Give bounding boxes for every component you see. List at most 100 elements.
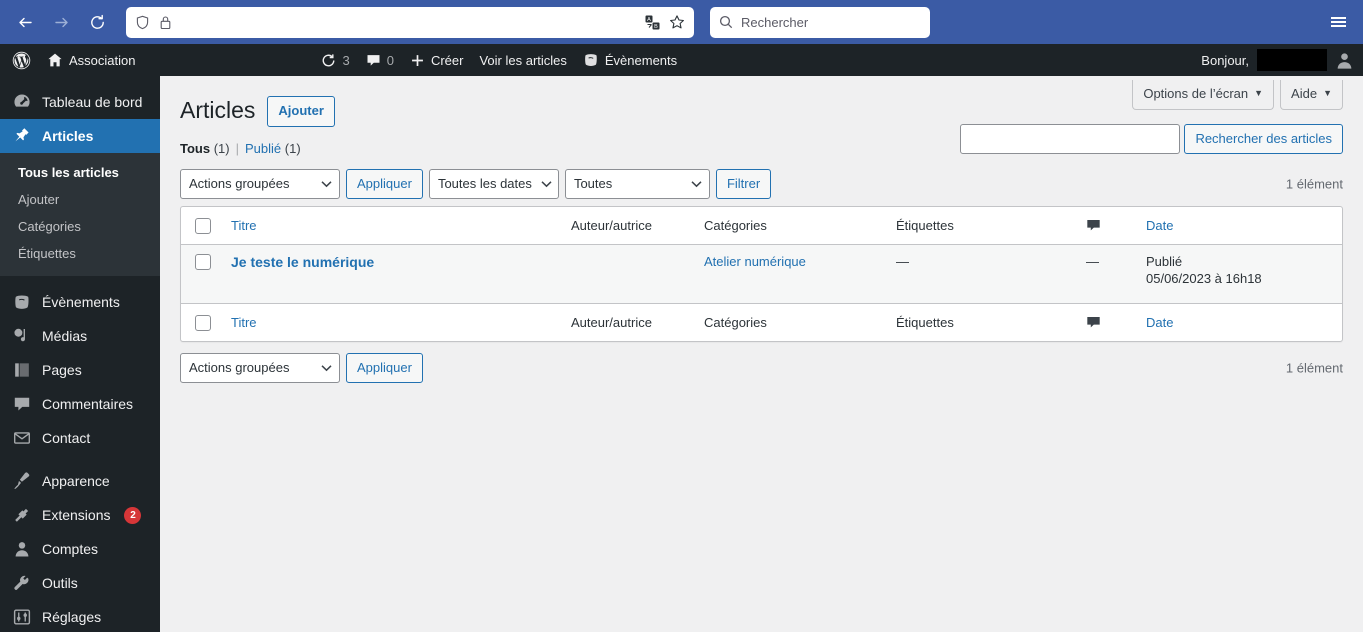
greeting-label: Bonjour,	[1201, 52, 1249, 68]
adminbar-site-name[interactable]: Association	[39, 44, 143, 76]
submenu-item-categories[interactable]: Catégories	[0, 214, 160, 241]
updates-count: 3	[342, 52, 350, 68]
row-tags-cell: —	[896, 253, 909, 269]
sidebar-item-posts[interactable]: Articles	[0, 119, 160, 153]
adminbar-new-content[interactable]: Créer	[402, 44, 472, 76]
sort-date-link-bottom[interactable]: Date	[1146, 315, 1173, 330]
row-author-cell	[561, 245, 694, 303]
star-bookmark-icon[interactable]	[669, 14, 685, 30]
forward-arrow-icon[interactable]	[46, 7, 76, 37]
sidebar-item-contact[interactable]: Contact	[0, 421, 160, 455]
bulk-actions-select-top[interactable]: Actions groupées	[180, 168, 340, 199]
submenu-item-all-posts[interactable]: Tous les articles	[0, 160, 160, 187]
view-published[interactable]: Publié (1)	[245, 141, 301, 156]
translate-icon[interactable]: AB	[645, 15, 660, 30]
table-row[interactable]: Je teste le numérique Atelier numérique …	[181, 244, 1342, 303]
category-filter-select[interactable]: Toutes	[564, 168, 710, 199]
adminbar-events[interactable]: Évènements	[575, 44, 685, 76]
column-header-comments[interactable]	[1076, 207, 1136, 245]
user-avatar-icon[interactable]	[1335, 50, 1355, 70]
sidebar-item-media[interactable]: Médias	[0, 319, 160, 353]
column-header-tags: Étiquettes	[886, 207, 1076, 245]
comment-bubble-icon	[366, 53, 381, 68]
view-all[interactable]: Tous (1)	[180, 141, 230, 156]
filter-button[interactable]: Filtrer	[715, 168, 772, 199]
plugins-update-badge: 2	[124, 506, 142, 524]
column-header-date[interactable]: Date	[1136, 207, 1342, 245]
column-footer-title[interactable]: Titre	[221, 302, 561, 341]
posts-table-head: Titre Auteur/autrice Catégories Étiquett…	[181, 207, 1342, 245]
help-label: Aide	[1291, 86, 1318, 101]
admin-layout: Tableau de bord Articles Tous les articl…	[0, 76, 1363, 632]
screen-options-button[interactable]: Options de l’écran ▼	[1132, 80, 1275, 110]
comment-bubble-icon	[1086, 218, 1101, 233]
screen-options-label: Options de l’écran	[1143, 86, 1249, 101]
sidebar-item-comments[interactable]: Commentaires	[0, 387, 160, 421]
browser-search-placeholder[interactable]: Rechercher	[741, 15, 808, 30]
bulk-actions-value-top: Actions groupées	[189, 175, 290, 191]
search-input[interactable]	[960, 124, 1181, 154]
row-title-cell[interactable]: Je teste le numérique	[221, 245, 561, 303]
column-footer-date[interactable]: Date	[1136, 302, 1342, 341]
row-checkbox[interactable]	[195, 254, 211, 271]
sidebar-item-events[interactable]: Évènements	[0, 285, 160, 319]
submenu-item-add-post[interactable]: Ajouter	[0, 187, 160, 214]
sidebar-item-pages[interactable]: Pages	[0, 353, 160, 387]
sidebar-item-users[interactable]: Comptes	[0, 532, 160, 566]
post-status-label: Publié	[1146, 253, 1183, 269]
view-published-link[interactable]: Publié	[245, 141, 281, 156]
sidebar-item-plugins[interactable]: Extensions 2	[0, 498, 160, 532]
url-bar[interactable]: AB	[126, 6, 694, 38]
select-all-checkbox-top[interactable]	[195, 217, 211, 234]
search-posts-button[interactable]: Rechercher des articles	[1184, 124, 1343, 154]
sidebar-label-tools: Outils	[42, 575, 78, 592]
padlock-icon[interactable]	[159, 15, 172, 30]
chevron-down-icon	[541, 180, 552, 188]
view-posts-label: Voir les articles	[479, 52, 567, 68]
posts-table-foot: Titre Auteur/autrice Catégories Étiquett…	[181, 302, 1342, 341]
sidebar-item-dashboard[interactable]: Tableau de bord	[0, 85, 160, 119]
envelope-icon	[12, 428, 32, 448]
pin-icon	[12, 126, 32, 146]
back-arrow-icon[interactable]	[10, 7, 40, 37]
row-categories-cell[interactable]: Atelier numérique	[694, 245, 886, 303]
sidebar-label-comments: Commentaires	[42, 396, 134, 413]
hamburger-menu-icon[interactable]	[1323, 7, 1353, 37]
help-button[interactable]: Aide ▼	[1280, 80, 1343, 110]
category-link[interactable]: Atelier numérique	[704, 254, 806, 269]
select-all-checkbox-bottom[interactable]	[195, 314, 211, 331]
page-title: Articles	[180, 97, 256, 124]
adminbar-my-account[interactable]: Bonjour,	[1201, 49, 1363, 71]
add-new-post-button[interactable]: Ajouter	[267, 96, 335, 127]
apply-bulk-action-top[interactable]: Appliquer	[346, 168, 423, 199]
select-all-footer[interactable]	[181, 302, 221, 341]
wordpress-logo-icon[interactable]	[4, 44, 39, 76]
post-title-link[interactable]: Je teste le numérique	[231, 254, 374, 270]
adminbar-comments[interactable]: 0	[358, 44, 402, 76]
apply-bulk-action-bottom[interactable]: Appliquer	[346, 352, 423, 383]
shield-icon[interactable]	[135, 15, 150, 30]
browser-search-bar[interactable]: Rechercher	[710, 6, 930, 38]
adminbar-view-posts[interactable]: Voir les articles	[471, 44, 574, 76]
adminbar-updates[interactable]: 3	[313, 44, 357, 76]
sidebar-item-tools[interactable]: Outils	[0, 566, 160, 600]
sort-title-link-top[interactable]: Titre	[231, 218, 257, 233]
sort-date-link-top[interactable]: Date	[1146, 218, 1173, 233]
sidebar-label-pages: Pages	[42, 362, 82, 379]
column-footer-comments[interactable]	[1076, 302, 1136, 341]
sidebar-item-appearance[interactable]: Apparence	[0, 464, 160, 498]
events-icon	[12, 292, 32, 312]
row-select-cell[interactable]	[181, 245, 221, 303]
select-all-header[interactable]	[181, 207, 221, 245]
reload-icon[interactable]	[82, 7, 112, 37]
submenu-item-tags[interactable]: Étiquettes	[0, 241, 160, 268]
tablenav-top: Actions groupées Appliquer Toutes les da…	[180, 166, 1343, 202]
browser-toolbar: AB Rechercher	[0, 0, 1363, 44]
date-filter-select[interactable]: Toutes les dates	[428, 168, 559, 199]
column-header-title[interactable]: Titre	[221, 207, 561, 245]
bulk-actions-select-bottom[interactable]: Actions groupées	[180, 352, 340, 383]
sort-title-link-bottom[interactable]: Titre	[231, 315, 257, 330]
new-content-label: Créer	[430, 52, 464, 68]
sidebar-item-settings[interactable]: Réglages	[0, 600, 160, 632]
view-all-link[interactable]: Tous	[180, 141, 210, 156]
